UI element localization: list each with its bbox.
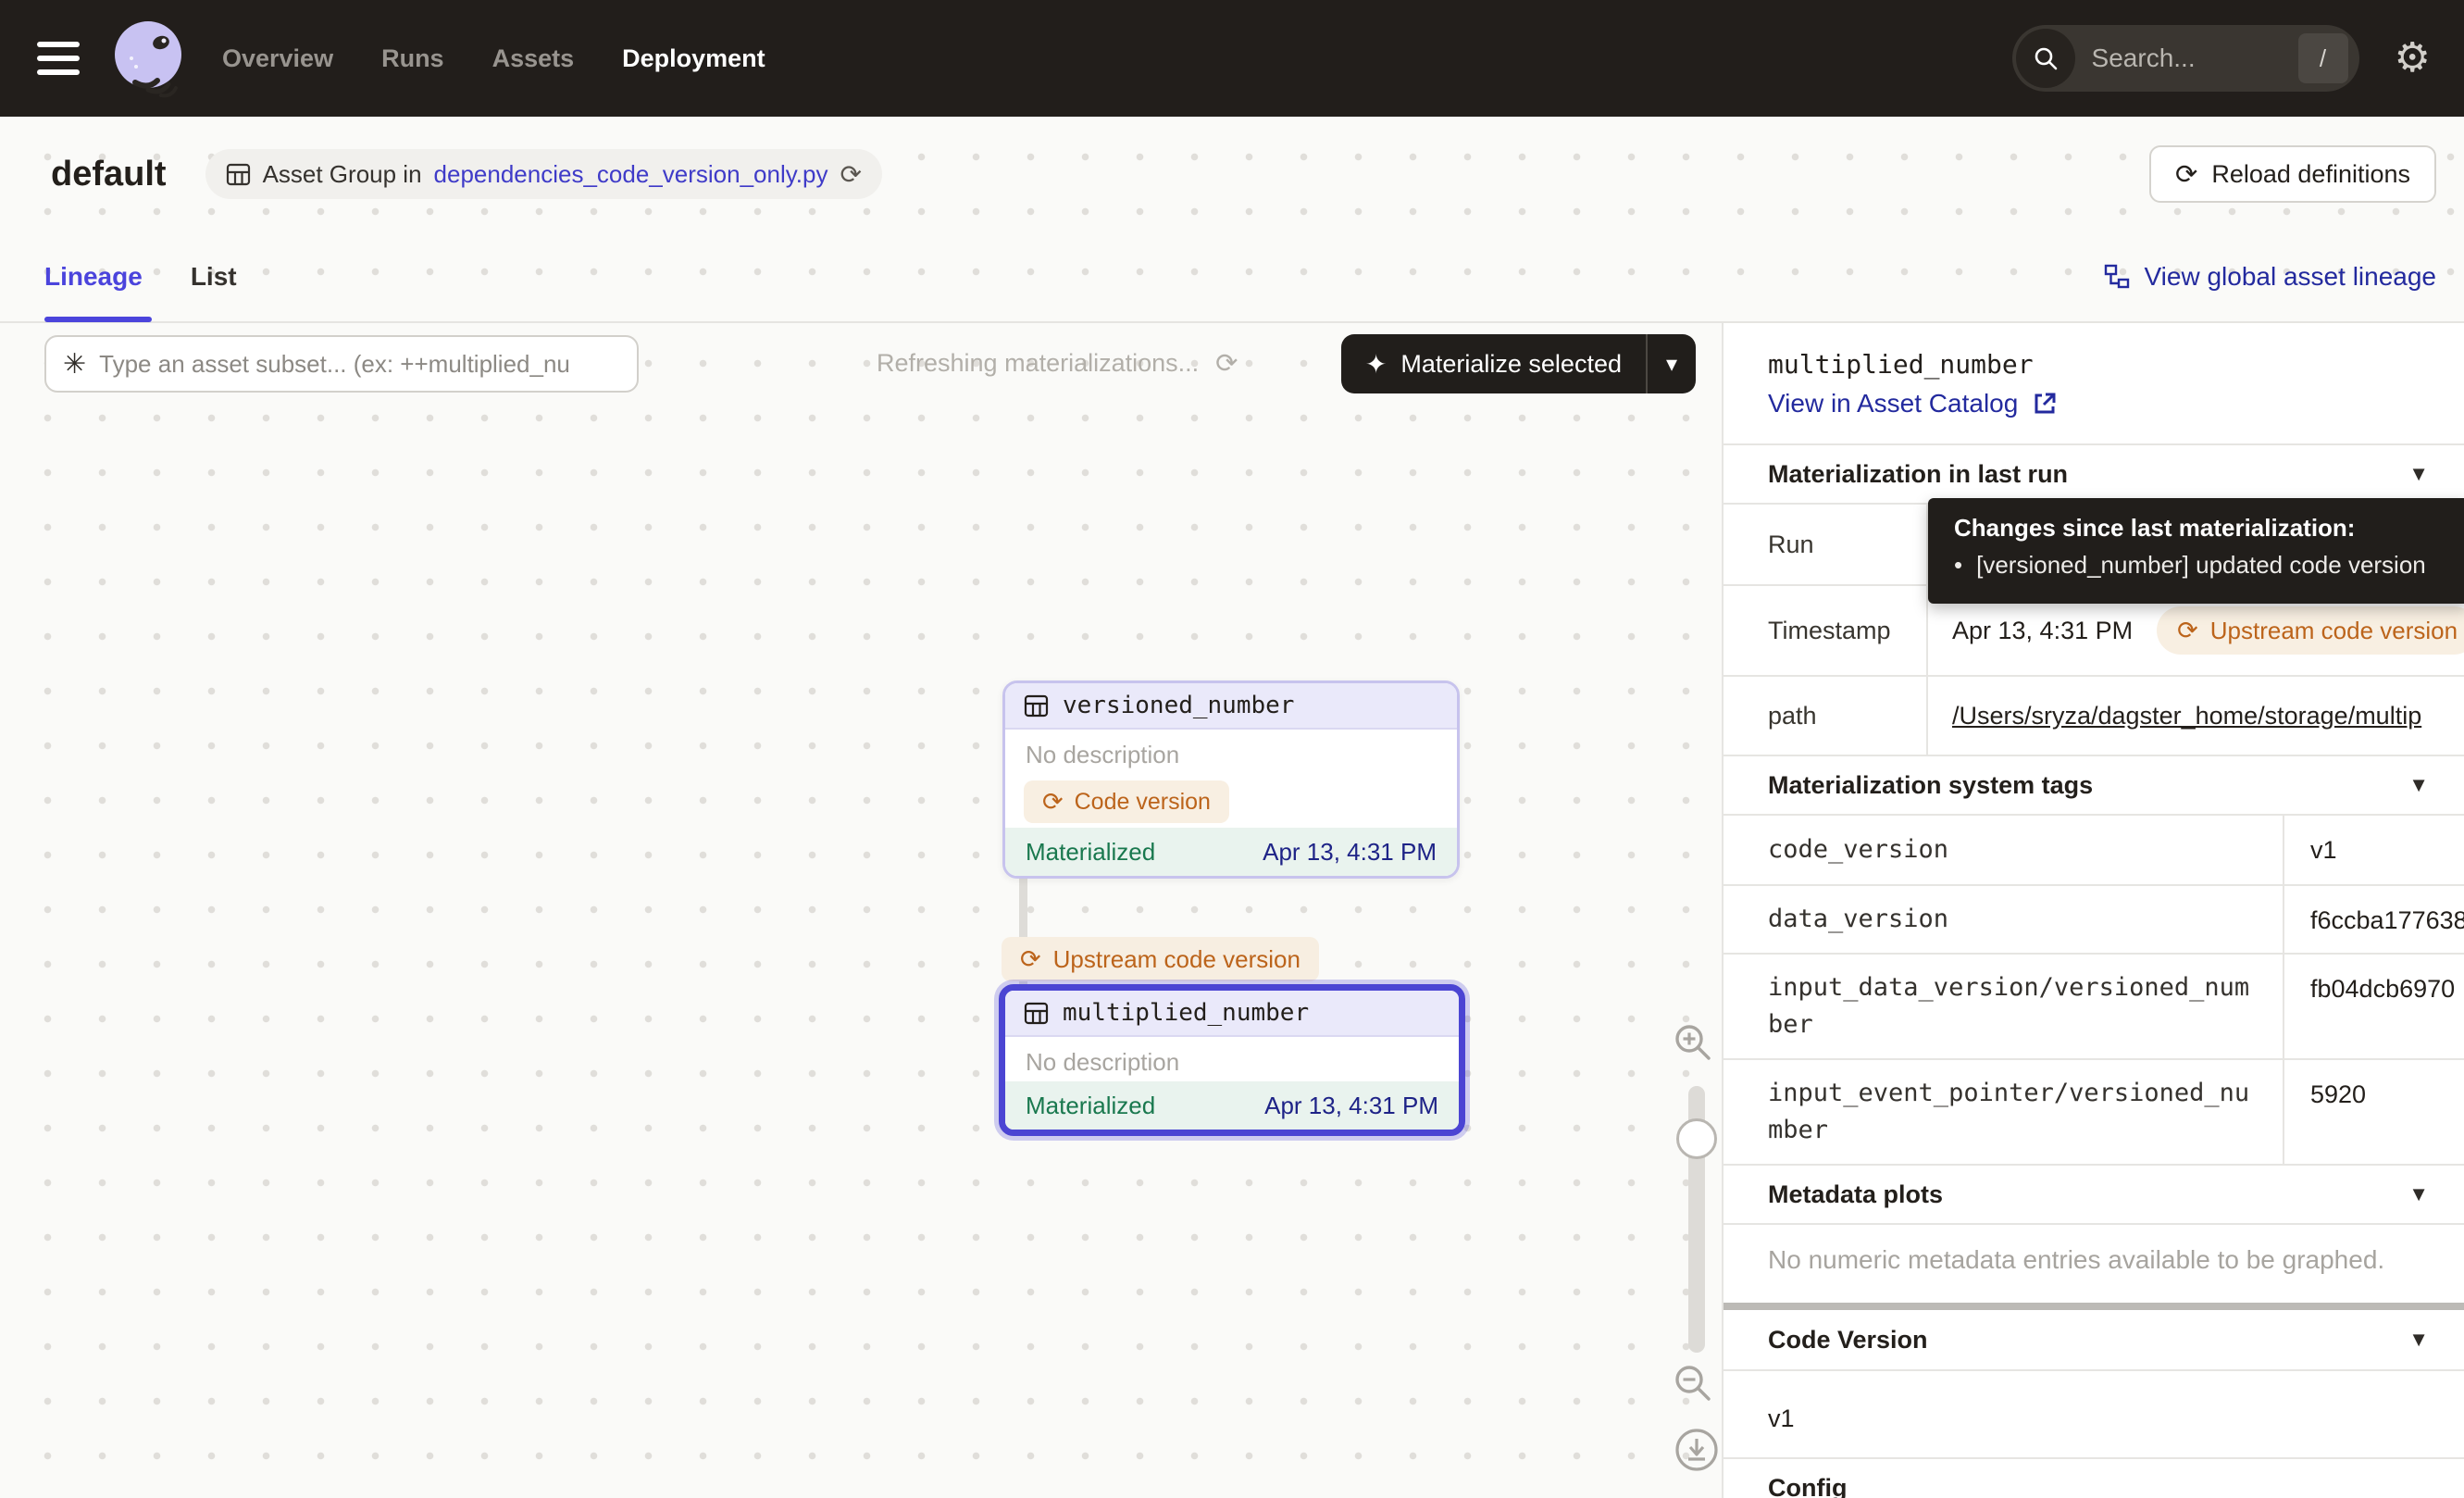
asset-description: No description — [1005, 1037, 1459, 1077]
code-version-change-icon: ⟳ — [1042, 788, 1064, 817]
asset-description: No description — [1005, 730, 1457, 769]
chevron-down-icon: ▼ — [2408, 1328, 2429, 1352]
materialized-status: Materialized — [1026, 838, 1155, 867]
badge-refresh-icon[interactable]: ⟳ — [840, 159, 862, 190]
settings-gear-icon[interactable]: ⚙ — [2395, 38, 2431, 79]
reload-icon: ⟳ — [2175, 158, 2197, 191]
chevron-down-icon: ▼ — [2408, 1182, 2429, 1206]
asset-detail-panel: multiplied_number View in Asset Catalog … — [1724, 323, 2464, 1498]
asset-name: versioned_number — [1063, 692, 1294, 719]
tabs-bar: Lineage List View global asset lineage — [0, 231, 2464, 323]
op-selector-icon: ✳ — [63, 348, 86, 381]
section-code-version[interactable]: Code Version ▼ — [1724, 1310, 2464, 1371]
panel-splitter[interactable] — [1724, 1303, 2464, 1310]
section-config[interactable]: Config — [1724, 1457, 2464, 1498]
code-version-value: v1 — [1724, 1371, 2464, 1457]
dagster-logo[interactable] — [107, 18, 189, 99]
download-image-button[interactable] — [1674, 1427, 1720, 1473]
changes-tooltip: Changes since last materialization: • [v… — [1928, 498, 2464, 604]
materialized-timestamp[interactable]: Apr 13, 4:31 PM — [1264, 1092, 1438, 1120]
asset-group-badge: Asset Group in dependencies_code_version… — [205, 149, 882, 199]
table-icon — [1024, 1001, 1049, 1026]
zoom-slider-thumb[interactable] — [1676, 1118, 1717, 1159]
asset-subset-filter[interactable]: ✳ — [44, 335, 639, 393]
materialize-split-button: ✦ Materialize selected ▾ — [1341, 334, 1696, 393]
tab-list[interactable]: List — [191, 231, 237, 322]
search-icon — [2016, 29, 2075, 88]
view-in-asset-catalog-link[interactable]: View in Asset Catalog — [1768, 389, 2420, 418]
external-link-icon — [2032, 391, 2058, 417]
view-global-lineage-link[interactable]: View global asset lineage — [2103, 262, 2436, 292]
system-tag-row: input_event_pointer/versioned_number 592… — [1724, 1058, 2464, 1164]
chevron-down-icon: ▼ — [2408, 462, 2429, 486]
zoom-in-button[interactable] — [1672, 1021, 1714, 1064]
tab-lineage[interactable]: Lineage — [44, 231, 143, 322]
top-navbar: Overview Runs Assets Deployment / ⚙ — [0, 0, 2464, 117]
path-row: path /Users/sryza/dagster_home/storage/m… — [1724, 675, 2464, 755]
search-box[interactable]: / — [2012, 25, 2359, 92]
materialize-sparkle-icon: ✦ — [1365, 349, 1387, 380]
page-header: default Asset Group in dependencies_code… — [0, 117, 2464, 231]
asset-node-multiplied-number[interactable]: multiplied_number No description Materia… — [999, 984, 1465, 1136]
tooltip-title: Changes since last materialization: — [1954, 514, 2444, 543]
menu-icon[interactable] — [37, 42, 80, 75]
reload-definitions-button[interactable]: ⟳ Reload definitions — [2149, 145, 2436, 203]
badge-prefix: Asset Group in — [263, 160, 422, 189]
page-title: default — [51, 155, 167, 194]
code-version-change-icon: ⟳ — [2177, 617, 2198, 645]
system-tag-row: code_version v1 — [1724, 816, 2464, 884]
section-materialization-last-run[interactable]: Materialization in last run ▼ — [1724, 443, 2464, 505]
timestamp-value: Apr 13, 4:31 PM — [1952, 617, 2133, 645]
asset-subset-input[interactable] — [99, 350, 620, 379]
search-input[interactable] — [2092, 44, 2298, 73]
materialized-status: Materialized — [1026, 1092, 1155, 1120]
nav-runs[interactable]: Runs — [381, 44, 444, 73]
bullet: • — [1954, 551, 1962, 580]
code-version-tag[interactable]: ⟳ Code version — [1024, 780, 1229, 823]
panel-asset-title: multiplied_number — [1768, 349, 2420, 380]
materialize-dropdown-caret[interactable]: ▾ — [1648, 334, 1696, 393]
nav-overview[interactable]: Overview — [222, 44, 333, 73]
path-value-link[interactable]: /Users/sryza/dagster_home/storage/multip — [1952, 702, 2421, 730]
edge-upstream-code-version-tag[interactable]: ⟳ Upstream code version — [1002, 937, 1319, 981]
section-system-tags[interactable]: Materialization system tags ▼ — [1724, 755, 2464, 816]
table-icon — [1024, 693, 1049, 718]
materialize-selected-button[interactable]: ✦ Materialize selected — [1341, 334, 1646, 393]
section-metadata-plots[interactable]: Metadata plots ▼ — [1724, 1164, 2464, 1225]
refresh-status: Refreshing materializations... ⟳ — [877, 347, 1238, 380]
materialized-timestamp[interactable]: Apr 13, 4:31 PM — [1263, 838, 1437, 867]
path-label: path — [1724, 677, 1928, 755]
lineage-graph-icon — [2103, 263, 2131, 291]
search-shortcut-key: / — [2298, 33, 2348, 83]
tooltip-item: [versioned_number] updated code version — [1976, 551, 2426, 580]
code-version-change-icon: ⟳ — [1020, 945, 1041, 974]
table-icon — [226, 162, 251, 187]
metadata-plots-empty-text: No numeric metadata entries available to… — [1724, 1225, 2464, 1303]
refresh-icon[interactable]: ⟳ — [1215, 347, 1238, 380]
nav-assets[interactable]: Assets — [492, 44, 575, 73]
zoom-out-button[interactable] — [1672, 1362, 1714, 1404]
asset-name: multiplied_number — [1063, 999, 1309, 1027]
lineage-graph-pane: ✳ Refreshing materializations... ⟳ ✦ Mat… — [0, 323, 1724, 1498]
chevron-down-icon: ▼ — [2408, 773, 2429, 797]
system-tag-row: input_data_version/versioned_number fb04… — [1724, 953, 2464, 1058]
asset-node-versioned-number[interactable]: versioned_number No description ⟳ Code v… — [1002, 680, 1460, 879]
upstream-code-version-tag[interactable]: ⟳ Upstream code version — [2157, 606, 2464, 655]
nav-deployment[interactable]: Deployment — [622, 44, 765, 73]
run-label: Run — [1724, 505, 1928, 584]
timestamp-label: Timestamp — [1724, 586, 1928, 675]
system-tag-row: data_version f6ccba177638 — [1724, 884, 2464, 953]
code-file-link[interactable]: dependencies_code_version_only.py — [434, 160, 828, 189]
